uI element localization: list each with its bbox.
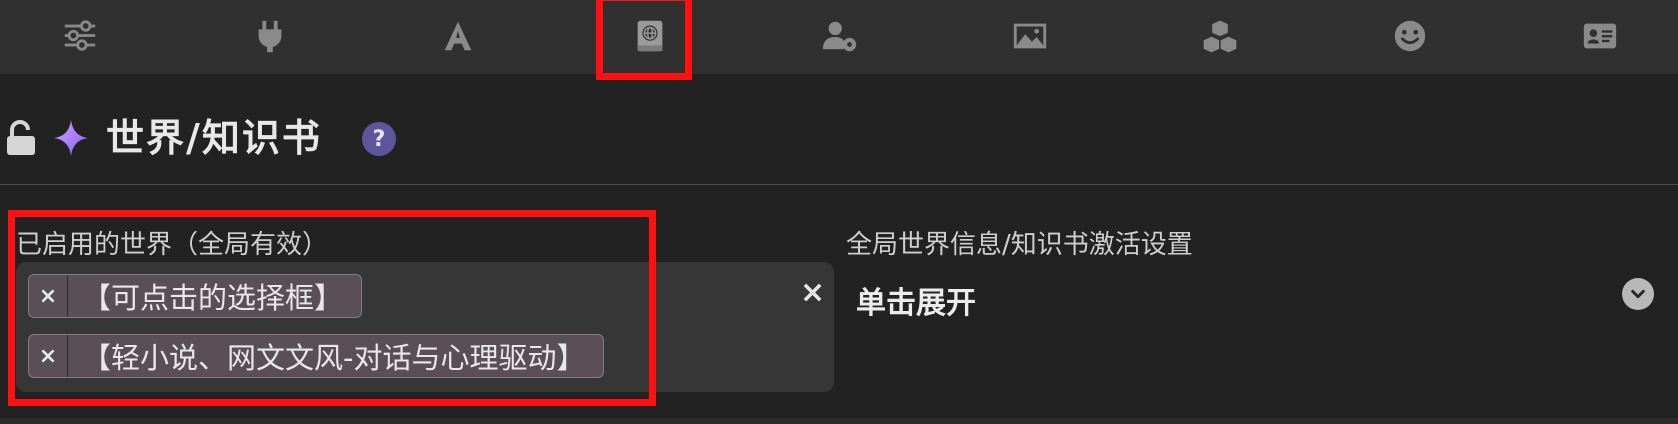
expand-toggle[interactable]: 单击展开	[856, 278, 976, 322]
world-book-icon[interactable]	[622, 8, 678, 64]
world-tag: × 【可点击的选择框】	[28, 274, 363, 318]
world-tag-label: 【轻小说、网文文风-对话与心理驱动】	[82, 341, 586, 375]
clear-all-icon[interactable]: ×	[800, 278, 825, 308]
plug-icon[interactable]	[242, 8, 298, 64]
id-card-icon[interactable]	[1572, 8, 1628, 64]
remove-tag-icon[interactable]: ×	[29, 335, 68, 377]
world-tag: × 【轻小说、网文文风-对话与心理驱动】	[28, 334, 605, 378]
page-title: 世界/知识书	[106, 116, 322, 160]
smile-icon[interactable]	[1382, 8, 1438, 64]
world-tag-label: 【可点击的选择框】	[82, 281, 344, 315]
help-icon[interactable]: ?	[362, 122, 396, 156]
user-gear-icon[interactable]	[812, 8, 868, 64]
top-toolbar	[0, 0, 1678, 74]
active-worlds-label: 已启用的世界（全局有效）	[16, 230, 329, 260]
section-header: 世界/知识书 ?	[0, 108, 1678, 168]
divider	[0, 184, 1678, 185]
font-icon[interactable]	[430, 8, 486, 64]
sparkle-icon	[52, 118, 90, 158]
sliders-icon[interactable]	[52, 8, 108, 64]
unlock-icon[interactable]	[4, 120, 38, 156]
remove-tag-icon[interactable]: ×	[29, 275, 68, 317]
global-settings-label: 全局世界信息/知识书激活设置	[846, 230, 1193, 260]
cubes-icon[interactable]	[1192, 8, 1248, 64]
image-icon[interactable]	[1002, 8, 1058, 64]
chevron-down-icon[interactable]	[1622, 278, 1654, 310]
bottom-edge	[0, 418, 1678, 424]
